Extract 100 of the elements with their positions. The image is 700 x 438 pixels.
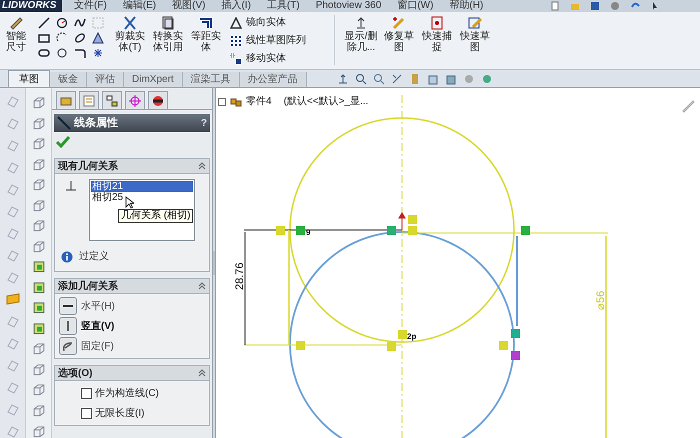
feature-icon[interactable] (6, 248, 20, 262)
configuration-label: (默认<<默认>_显... (284, 95, 368, 109)
cube-icon[interactable] (32, 198, 46, 212)
cube-icon[interactable] (32, 158, 46, 172)
feature-icon[interactable] (6, 314, 20, 328)
help-button[interactable]: ? (200, 116, 207, 130)
feature-icon[interactable] (6, 336, 20, 350)
crosshair-icon (128, 94, 142, 108)
zoom-icon[interactable] (354, 73, 367, 85)
cube-icon[interactable] (32, 362, 46, 376)
feature-icon[interactable] (6, 116, 20, 130)
tab[interactable]: 草图 (8, 70, 50, 87)
ribbon-button[interactable]: 智能尺寸 (2, 15, 30, 53)
cube-icon[interactable] (32, 240, 46, 254)
cube-icon[interactable] (32, 424, 46, 438)
ribbon-button[interactable]: 转换实体引用 (150, 15, 186, 53)
checkmark-icon[interactable] (56, 136, 70, 148)
sketch-tool-icon[interactable] (32, 260, 46, 274)
menu-item[interactable]: 帮助(H) (449, 0, 484, 12)
sketch-tool-icon[interactable] (32, 301, 46, 315)
feature-icon[interactable] (6, 424, 20, 438)
panel-tab[interactable] (102, 91, 122, 109)
splitter-handle[interactable] (213, 251, 215, 275)
feature-icon[interactable] (6, 270, 20, 284)
menu-item[interactable]: 视图(V) (172, 0, 206, 12)
panel-tab[interactable] (56, 91, 76, 109)
ribbon-button[interactable]: 等距实体 (188, 15, 224, 53)
menu-item[interactable]: 插入(I) (221, 0, 251, 12)
list-item[interactable]: 相切25 (91, 192, 193, 203)
feature-icon[interactable] (6, 402, 20, 416)
cube-icon[interactable] (444, 73, 457, 85)
menu-item[interactable]: 编辑(E) (122, 0, 156, 12)
ribbon-button[interactable]: 线性草图阵列 (230, 33, 326, 48)
axis-icon[interactable] (336, 73, 349, 85)
cube-icon[interactable] (32, 404, 46, 418)
cube-icon[interactable] (32, 342, 46, 356)
feature-icon[interactable] (6, 94, 20, 108)
feature-icon[interactable] (6, 358, 20, 372)
panel-tab[interactable] (148, 91, 168, 109)
feature-icon[interactable] (6, 182, 20, 196)
section-header[interactable]: 添加几何关系 (54, 278, 210, 294)
part-name[interactable]: 零件4 (246, 94, 272, 109)
zoom-icon[interactable] (372, 73, 385, 85)
cube-icon[interactable] (32, 219, 46, 233)
relation-button[interactable] (59, 337, 77, 355)
sketch-pencil-icon (467, 15, 483, 31)
triangle-icon[interactable] (92, 32, 104, 44)
relation-button[interactable] (59, 317, 77, 335)
ribbon-button[interactable]: 快速草图 (457, 15, 493, 53)
rectangle-icon[interactable] (38, 32, 50, 44)
ribbon-button[interactable]: 快速捕捉 (419, 15, 455, 53)
collapse-icon[interactable] (198, 162, 206, 170)
circle-icon[interactable] (56, 17, 68, 29)
slot-icon[interactable] (38, 47, 50, 59)
feature-icon[interactable] (6, 204, 20, 218)
cube-icon[interactable] (32, 178, 46, 192)
point-icon[interactable] (92, 47, 104, 59)
fillet-icon[interactable] (74, 47, 86, 59)
tab[interactable]: 渲染工具 (182, 72, 240, 87)
feature-icon[interactable] (6, 226, 20, 240)
cube-icon[interactable] (426, 73, 439, 85)
line-icon[interactable] (38, 17, 50, 29)
checkbox[interactable] (81, 408, 92, 418)
spline-icon[interactable] (74, 17, 86, 29)
ellipse-icon[interactable] (74, 32, 86, 44)
expand-icon[interactable] (218, 98, 226, 106)
tab[interactable]: 办公室产品 (240, 72, 307, 87)
arrow-icon[interactable] (390, 73, 403, 85)
tab[interactable]: DimXpert (124, 72, 183, 87)
section-header[interactable]: 选项(O) (54, 365, 210, 381)
ribbon-button[interactable]: 修复草图 (381, 15, 417, 53)
arc-icon[interactable] (56, 32, 68, 44)
block-icon[interactable] (6, 292, 20, 306)
ribbon-button[interactable]: 移动实体 (230, 51, 326, 66)
tab[interactable]: 评估 (87, 72, 124, 87)
checkbox[interactable] (81, 388, 92, 398)
feature-icon[interactable] (6, 380, 20, 394)
sphere-icon[interactable] (462, 73, 475, 85)
list-item[interactable]: 相切21 (91, 181, 193, 192)
collapse-icon[interactable] (198, 369, 206, 377)
ribbon-button[interactable]: 镜向实体 (230, 15, 326, 30)
feature-icon[interactable] (6, 138, 20, 152)
cube-icon[interactable] (32, 116, 46, 130)
cube-icon[interactable] (32, 383, 46, 397)
ribbon-button[interactable]: 显示/删除几... (343, 15, 379, 53)
cube-icon[interactable] (32, 137, 46, 151)
feature-icon[interactable] (6, 160, 20, 174)
collapse-icon[interactable] (198, 282, 206, 290)
menu-item[interactable]: 工具(T) (266, 0, 300, 12)
ribbon-button[interactable]: 剪裁实体(T) (112, 15, 148, 53)
tab[interactable]: 钣金 (50, 72, 87, 87)
relation-button[interactable] (59, 297, 77, 315)
dimension-value[interactable]: 28.76 (234, 262, 246, 290)
section-header[interactable]: 现有几何关系 (54, 158, 210, 174)
cube-icon[interactable] (32, 96, 46, 110)
document-icon[interactable] (550, 1, 560, 11)
menu-item[interactable]: Photoview 360 (316, 0, 382, 12)
sketch-tool-icon[interactable] (32, 280, 46, 294)
save-icon[interactable] (590, 1, 600, 11)
sketch-tool-icon[interactable] (32, 322, 46, 336)
